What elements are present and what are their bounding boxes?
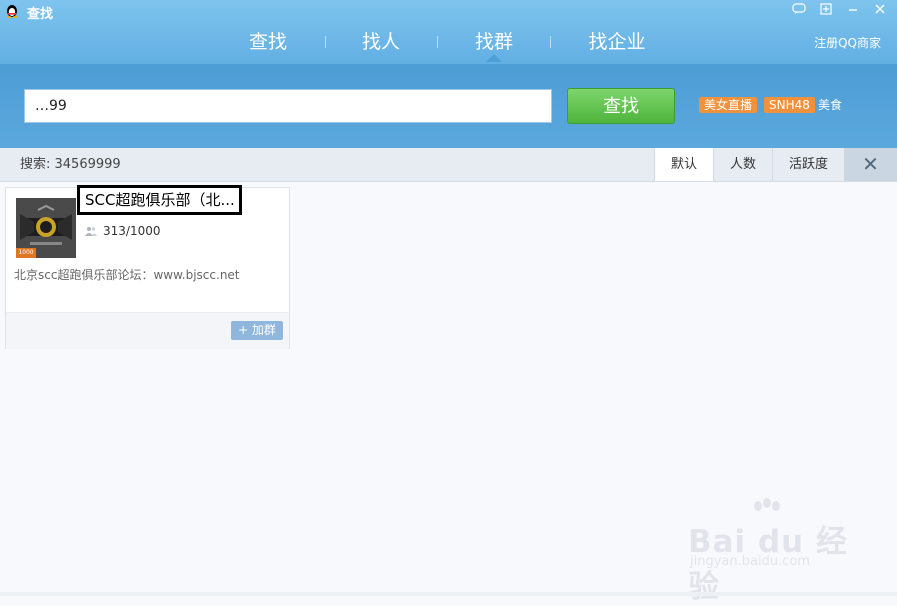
- join-group-button[interactable]: + 加群: [231, 321, 283, 340]
- group-result-card[interactable]: 1000 SCC超跑俱乐部（北... 313/1000 北京scc超跑俱乐部论坛…: [5, 185, 290, 349]
- search-button[interactable]: 查找: [567, 88, 675, 124]
- window-title: 查找: [27, 7, 54, 22]
- minimize-icon[interactable]: [842, 3, 864, 19]
- baidu-jingyan-watermark: Bai du 经验 jingyan.baidu.com: [688, 498, 858, 605]
- search-band: …99 查找 美女直播 SNH48 美食: [0, 64, 897, 148]
- register-business-link[interactable]: 注册QQ商家: [814, 34, 881, 51]
- tab-find-group[interactable]: 找群: [449, 28, 539, 56]
- group-name[interactable]: SCC超跑俱乐部（北...: [77, 185, 242, 215]
- close-icon[interactable]: [869, 3, 891, 19]
- hot-tag-live[interactable]: 美女直播: [699, 97, 758, 113]
- hot-tag-food[interactable]: 美食: [818, 97, 842, 113]
- window-titlebar: 查找 查找 找人 找群 找企业 注册QQ商家: [0, 0, 897, 64]
- active-tab-indicator: [486, 54, 502, 62]
- add-icon[interactable]: [815, 3, 837, 19]
- group-avatar[interactable]: 1000: [16, 198, 76, 258]
- tab-divider: [437, 36, 438, 48]
- search-input[interactable]: …99: [24, 89, 552, 123]
- window-controls: [788, 0, 891, 16]
- hot-tag-snh48[interactable]: SNH48: [764, 97, 815, 113]
- tab-search[interactable]: 查找: [223, 28, 313, 56]
- members-icon: [85, 227, 97, 236]
- watermark-url: jingyan.baidu.com: [690, 554, 810, 569]
- chat-icon[interactable]: [788, 3, 810, 19]
- sort-members-tab[interactable]: 人数: [713, 148, 772, 181]
- tab-find-people[interactable]: 找人: [336, 28, 426, 56]
- results-toolbar: 搜索: 34569999 默认 人数 活跃度 ✕: [0, 148, 897, 182]
- bottom-divider: [0, 592, 897, 596]
- nav-tabs: 查找 找人 找群 找企业: [0, 28, 897, 58]
- sort-activity-tab[interactable]: 活跃度: [772, 148, 844, 181]
- tab-find-enterprise[interactable]: 找企业: [572, 28, 662, 56]
- tab-divider: [550, 36, 551, 48]
- tab-divider: [325, 36, 326, 48]
- group-description: 北京scc超跑俱乐部论坛：www.bjscc.net: [14, 268, 240, 282]
- member-count: 313/1000: [103, 224, 161, 238]
- close-results-button[interactable]: ✕: [844, 148, 897, 181]
- group-level-badge: 1000: [16, 248, 36, 258]
- card-footer: + 加群: [6, 312, 289, 349]
- qq-penguin-icon: [6, 5, 18, 18]
- sort-default-tab[interactable]: 默认: [654, 148, 713, 181]
- result-count: 搜索: 34569999: [20, 157, 121, 172]
